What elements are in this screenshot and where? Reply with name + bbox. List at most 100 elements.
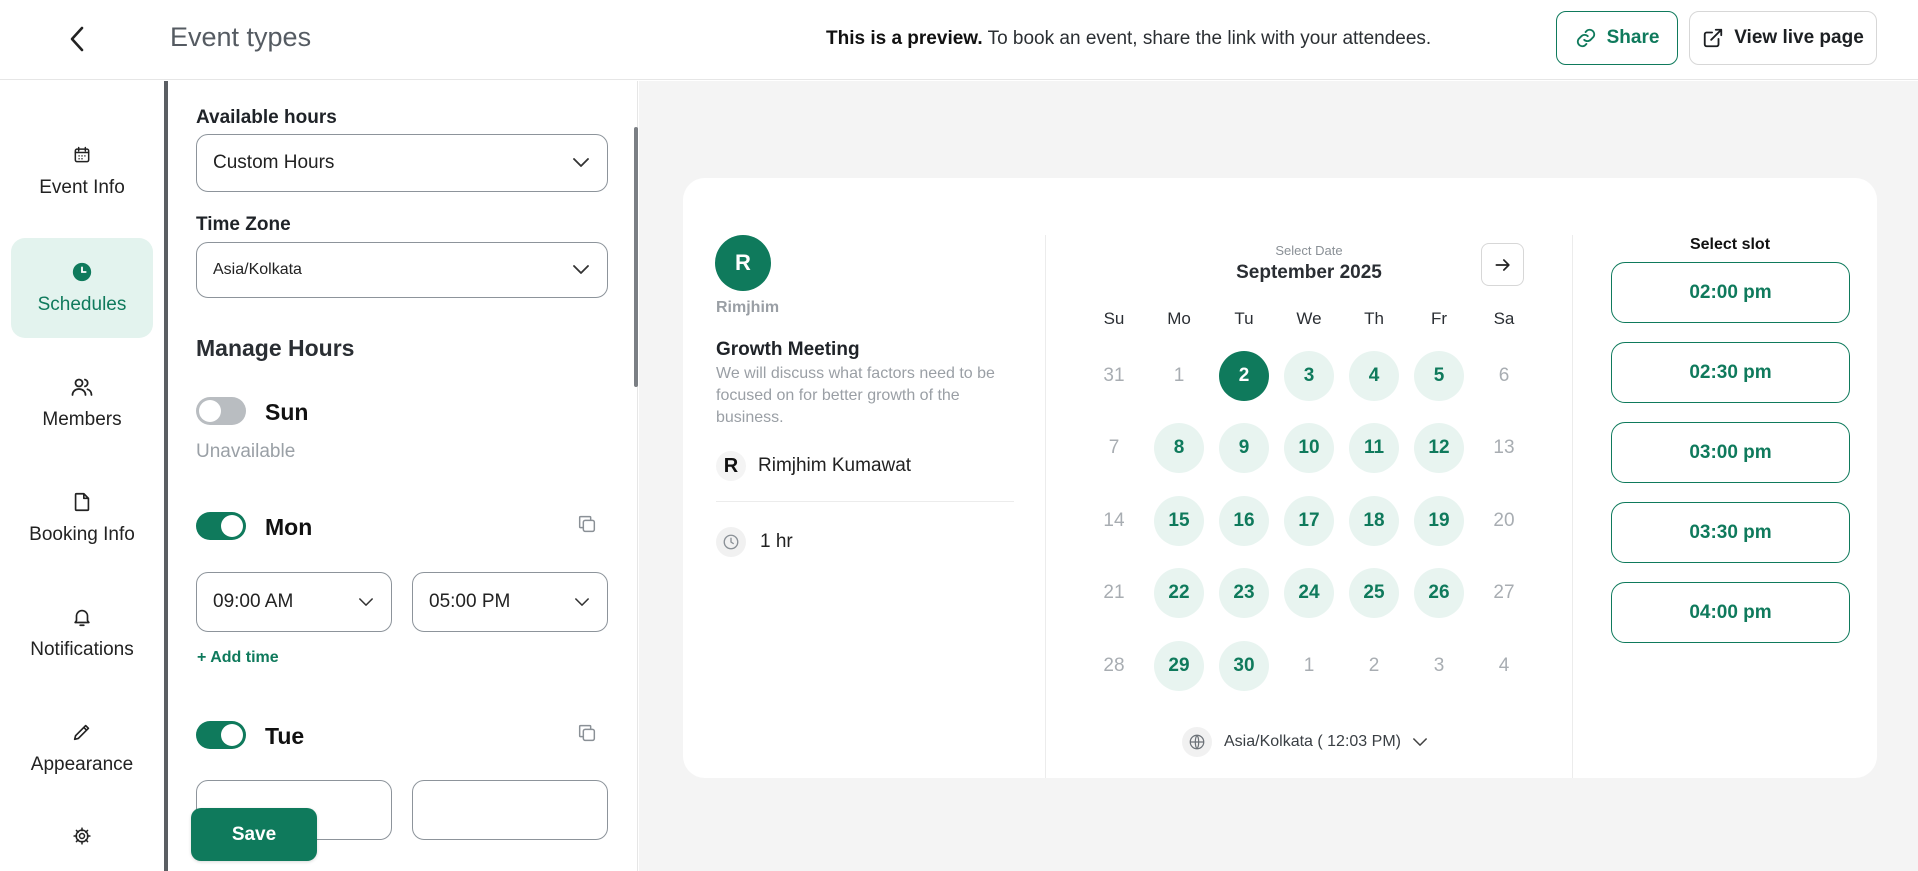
copy-icon[interactable]	[576, 513, 598, 535]
select-slot-title: Select slot	[1689, 236, 1771, 253]
calendar-day: 20	[1493, 510, 1515, 531]
time-slot[interactable]: 04:00 pm	[1611, 582, 1850, 643]
external-link-icon	[1704, 28, 1723, 48]
calendar-day[interactable]: 17	[1284, 496, 1334, 546]
sun-unavailable-text: Unavailable	[196, 441, 296, 462]
available-hours-label: Available hours	[196, 107, 337, 128]
calendar-day[interactable]: 26	[1414, 568, 1464, 618]
share-button[interactable]: Share	[1556, 11, 1678, 65]
panel-scrollbar[interactable]	[634, 127, 638, 387]
calendar-day[interactable]: 12	[1414, 423, 1464, 473]
save-button[interactable]: Save	[191, 808, 317, 861]
calendar-day[interactable]: 29	[1154, 641, 1204, 691]
arrow-right-icon	[1495, 258, 1510, 271]
back-button[interactable]	[62, 24, 92, 54]
mon-start-time-select[interactable]: 09:00 AM	[196, 572, 392, 632]
event-title: Growth Meeting	[716, 339, 860, 360]
calendar-day[interactable]: 23	[1219, 568, 1269, 618]
nav-item-appearance[interactable]: Appearance	[11, 698, 153, 798]
calendar-day[interactable]: 22	[1154, 568, 1204, 618]
timezone-picker[interactable]: Asia/Kolkata ( 12:03 PM)	[1182, 727, 1427, 757]
timezone-label: Time Zone	[196, 214, 291, 235]
calendar-day[interactable]: 4	[1349, 351, 1399, 401]
calendar-day[interactable]: 25	[1349, 568, 1399, 618]
timezone-text: Asia/Kolkata ( 12:03 PM)	[1224, 733, 1401, 750]
calendar-day-selected[interactable]: 2	[1219, 351, 1269, 401]
chevron-down-icon	[573, 158, 589, 167]
chevron-down-icon	[575, 597, 589, 606]
manage-hours-title: Manage Hours	[196, 335, 355, 361]
time-slot[interactable]: 03:30 pm	[1611, 502, 1850, 563]
calendar-day[interactable]: 10	[1284, 423, 1334, 473]
view-live-page-button[interactable]: View live page	[1689, 11, 1877, 65]
chevron-down-icon	[573, 265, 589, 274]
weekday-label: We	[1296, 309, 1322, 328]
member-row: R Rimjhim Kumawat	[716, 451, 911, 481]
nav-item-members[interactable]: Members	[11, 353, 153, 453]
weekday-label: Mo	[1167, 309, 1191, 328]
timezone-value: Asia/Kolkata	[213, 261, 302, 278]
nav-item-label: Booking Info	[29, 524, 135, 545]
nav-item-label: Schedules	[37, 294, 127, 315]
divider	[1045, 235, 1046, 778]
member-avatar: R	[716, 451, 746, 481]
calendar-day[interactable]: 5	[1414, 351, 1464, 401]
calendar-day[interactable]: 8	[1154, 423, 1204, 473]
view-live-page-label: View live page	[1734, 27, 1864, 48]
calendar-day[interactable]: 19	[1414, 496, 1464, 546]
duration-row: 1 hr	[716, 527, 793, 557]
nav-item-schedules[interactable]: Schedules	[11, 238, 153, 338]
nav-item-settings[interactable]	[11, 816, 153, 871]
tue-end-time-select[interactable]	[412, 780, 608, 840]
nav-item-label: Appearance	[30, 754, 134, 775]
calendar-day: 14	[1103, 510, 1125, 531]
calendar-day: 1	[1303, 655, 1315, 676]
time-slot[interactable]: 03:00 pm	[1611, 422, 1850, 483]
toggle-knob	[221, 515, 243, 537]
weekday-label: Sa	[1493, 309, 1515, 328]
calendar-day: 7	[1108, 437, 1120, 458]
mon-end-time-select[interactable]: 05:00 PM	[412, 572, 608, 632]
calendar-day[interactable]: 11	[1349, 423, 1399, 473]
calendar-day[interactable]: 16	[1219, 496, 1269, 546]
toggle-knob	[199, 400, 221, 422]
avatar: R	[715, 235, 771, 291]
calendar-day[interactable]: 18	[1349, 496, 1399, 546]
left-nav: Event Info Schedules Members Booking Inf…	[0, 81, 165, 871]
nav-item-booking-info[interactable]: Booking Info	[11, 468, 153, 568]
sun-toggle[interactable]	[196, 397, 246, 425]
nav-item-notifications[interactable]: Notifications	[11, 583, 153, 683]
calendar-day: 1	[1173, 365, 1185, 386]
schedule-settings-panel: Available hours Custom Hours Time Zone A…	[168, 81, 638, 871]
calendar-day[interactable]: 24	[1284, 568, 1334, 618]
calendar-day[interactable]: 15	[1154, 496, 1204, 546]
event-description: We will discuss what factors need to be …	[716, 365, 995, 426]
pencil-icon	[70, 720, 94, 744]
add-time-link[interactable]: + Add time	[197, 649, 279, 667]
nav-item-label: Notifications	[30, 639, 134, 660]
weekday-label: Th	[1364, 309, 1384, 328]
available-hours-select[interactable]: Custom Hours	[196, 134, 608, 192]
copy-icon[interactable]	[576, 722, 598, 744]
calendar-day[interactable]: 30	[1219, 641, 1269, 691]
file-icon	[70, 490, 94, 514]
next-month-button[interactable]	[1481, 243, 1524, 286]
weekday-label: Fr	[1430, 309, 1448, 328]
calendar-day[interactable]: 3	[1284, 351, 1334, 401]
mon-start-time-value: 09:00 AM	[213, 591, 294, 612]
day-name-sun: Sun	[265, 399, 309, 425]
mon-toggle[interactable]	[196, 512, 246, 540]
calendar-day: 3	[1433, 655, 1445, 676]
time-slot[interactable]: 02:30 pm	[1611, 342, 1850, 403]
tue-toggle[interactable]	[196, 721, 246, 749]
divider	[1572, 235, 1573, 778]
calendar-day: 28	[1103, 655, 1125, 676]
share-button-label: Share	[1606, 27, 1660, 48]
duration-text: 1 hr	[760, 531, 793, 552]
member-name: Rimjhim Kumawat	[758, 455, 912, 476]
calendar-day[interactable]: 9	[1219, 423, 1269, 473]
nav-item-event-info[interactable]: Event Info	[11, 121, 153, 221]
mon-end-time-value: 05:00 PM	[429, 591, 511, 612]
time-slot[interactable]: 02:00 pm	[1611, 262, 1850, 323]
timezone-select[interactable]: Asia/Kolkata	[196, 242, 608, 298]
